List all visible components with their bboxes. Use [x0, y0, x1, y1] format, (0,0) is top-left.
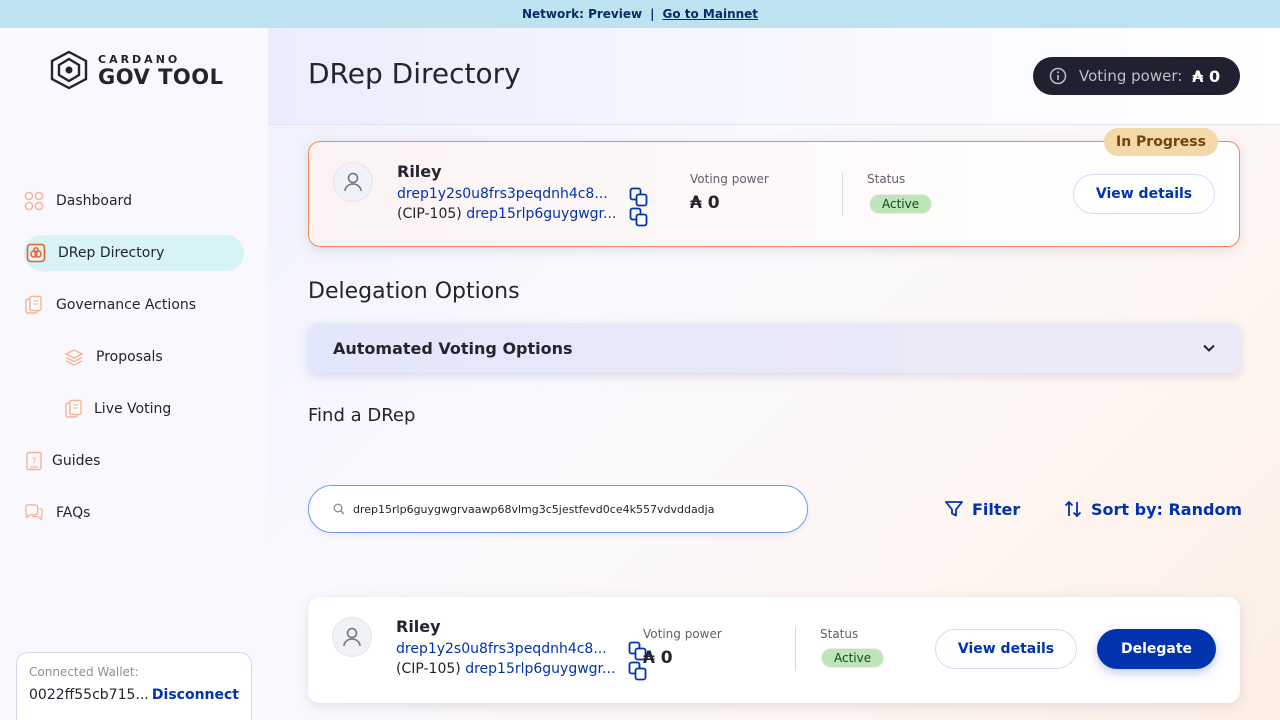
sidebar-item-label: Governance Actions	[56, 297, 197, 313]
automated-voting-options-accordion[interactable]: Automated Voting Options	[308, 323, 1240, 373]
drep-name: Riley	[397, 162, 442, 181]
view-details-button[interactable]: View details	[1073, 174, 1215, 214]
copy-icon[interactable]	[629, 207, 649, 227]
governance-actions-icon	[24, 295, 44, 315]
voting-power-value: ₳ 0	[1192, 66, 1221, 86]
accordion-label: Automated Voting Options	[333, 338, 573, 358]
delegation-options-title: Delegation Options	[308, 279, 520, 304]
status-label: Status	[820, 627, 859, 641]
live-voting-icon	[64, 399, 84, 419]
search-icon	[333, 503, 345, 515]
copy-icon[interactable]	[629, 187, 649, 207]
sidebar-item-drep-directory[interactable]: DRep Directory	[24, 235, 244, 271]
delegate-button[interactable]: Delegate	[1097, 629, 1216, 669]
sidebar-item-faqs[interactable]: FAQs	[24, 495, 244, 531]
sidebar-item-label: Proposals	[96, 349, 163, 365]
sort-label: Sort by: Random	[1091, 499, 1243, 519]
sidebar-item-proposals[interactable]: Proposals	[40, 339, 244, 375]
main-content: DRep Directory Voting power: ₳ 0 In Prog…	[268, 28, 1280, 720]
divider	[842, 172, 843, 216]
filter-button[interactable]: Filter	[944, 496, 1020, 522]
chevron-down-icon	[1203, 344, 1215, 352]
voting-power-value: ₳ 0	[643, 648, 673, 668]
govtool-logo-icon	[50, 50, 88, 90]
connected-wallet-label: Connected Wallet:	[29, 665, 139, 679]
sidebar-item-label: FAQs	[56, 505, 91, 521]
logo-bottom-text: GOV TOOL	[98, 64, 224, 89]
sidebar-item-governance-actions[interactable]: Governance Actions	[24, 287, 244, 323]
voting-power-label: Voting power	[690, 172, 769, 186]
sidebar-item-dashboard[interactable]: Dashboard	[24, 183, 244, 219]
search-bar	[308, 485, 808, 533]
drep-id-link[interactable]: drep1y2s0u8frs3peqdnh4c8...	[397, 186, 615, 202]
user-icon	[344, 172, 362, 192]
wallet-address: 0022ff55cb715...	[29, 687, 149, 703]
app-logo[interactable]: CARDANO GOV TOOL	[48, 50, 224, 90]
sidebar-item-live-voting[interactable]: Live Voting	[40, 391, 244, 427]
voting-power-pill[interactable]: Voting power: ₳ 0	[1033, 57, 1240, 95]
voting-power-value: ₳ 0	[690, 193, 720, 213]
dashboard-icon	[24, 191, 44, 211]
disconnect-button[interactable]: Disconnect	[152, 687, 239, 703]
search-input[interactable]	[353, 502, 793, 516]
go-to-mainnet-link[interactable]: Go to Mainnet	[662, 7, 758, 21]
page-title: DRep Directory	[308, 57, 521, 90]
drep-result-card: Riley drep1y2s0u8frs3peqdnh4c8... (CIP-1…	[308, 597, 1240, 703]
avatar	[333, 162, 373, 202]
cip-prefix: (CIP-105)	[397, 206, 462, 222]
sidebar-item-label: Guides	[52, 453, 101, 469]
sidebar-item-label: Dashboard	[56, 193, 132, 209]
find-drep-title: Find a DRep	[308, 405, 416, 426]
page-header: DRep Directory Voting power: ₳ 0	[268, 28, 1280, 125]
cip-prefix: (CIP-105)	[396, 661, 461, 677]
drep-id-link[interactable]: drep1y2s0u8frs3peqdnh4c8...	[396, 641, 614, 657]
guides-icon: ?	[24, 451, 44, 471]
connected-wallet-panel: Connected Wallet: 0022ff55cb715... Disco…	[16, 652, 252, 720]
drep-cip105-link[interactable]: drep15rlp6guygwgr...	[465, 661, 615, 677]
divider	[795, 627, 796, 671]
drep-cip105-id: (CIP-105) drep15rlp6guygwgr...	[396, 661, 622, 677]
sort-button[interactable]: Sort by: Random	[1063, 496, 1242, 522]
sidebar: CARDANO GOV TOOL Dashboard DRep Director…	[0, 28, 268, 720]
network-banner: Network: Preview | Go to Mainnet	[0, 0, 1280, 28]
logo-top-text: CARDANO	[98, 52, 181, 66]
user-icon	[343, 627, 361, 647]
drep-name: Riley	[396, 617, 441, 636]
drep-directory-icon	[26, 243, 46, 263]
view-details-button[interactable]: View details	[935, 629, 1077, 669]
faqs-icon	[24, 503, 44, 523]
avatar	[332, 617, 372, 657]
proposals-icon	[64, 347, 84, 367]
voting-power-label: Voting power	[643, 627, 722, 641]
sort-icon	[1064, 500, 1082, 518]
status-label: Status	[867, 172, 906, 186]
status-badge: Active	[821, 648, 885, 668]
my-drep-card: In Progress Riley drep1y2s0u8frs3peqdnh4…	[308, 128, 1240, 247]
filter-icon	[945, 501, 963, 517]
sidebar-item-label: DRep Directory	[58, 245, 165, 261]
filter-label: Filter	[972, 499, 1021, 519]
voting-power-label: Voting power:	[1079, 67, 1183, 85]
sidebar-item-label: Live Voting	[94, 401, 172, 417]
banner-separator: |	[650, 7, 655, 21]
in-progress-badge: In Progress	[1104, 128, 1218, 156]
drep-cip105-id: (CIP-105) drep15rlp6guygwgr...	[397, 206, 623, 222]
sidebar-item-guides[interactable]: ? Guides	[24, 443, 244, 479]
status-badge: Active	[869, 194, 933, 214]
info-icon	[1049, 67, 1067, 85]
network-label: Network: Preview	[521, 7, 643, 21]
svg-text:?: ?	[32, 457, 37, 467]
drep-cip105-link[interactable]: drep15rlp6guygwgr...	[466, 206, 616, 222]
